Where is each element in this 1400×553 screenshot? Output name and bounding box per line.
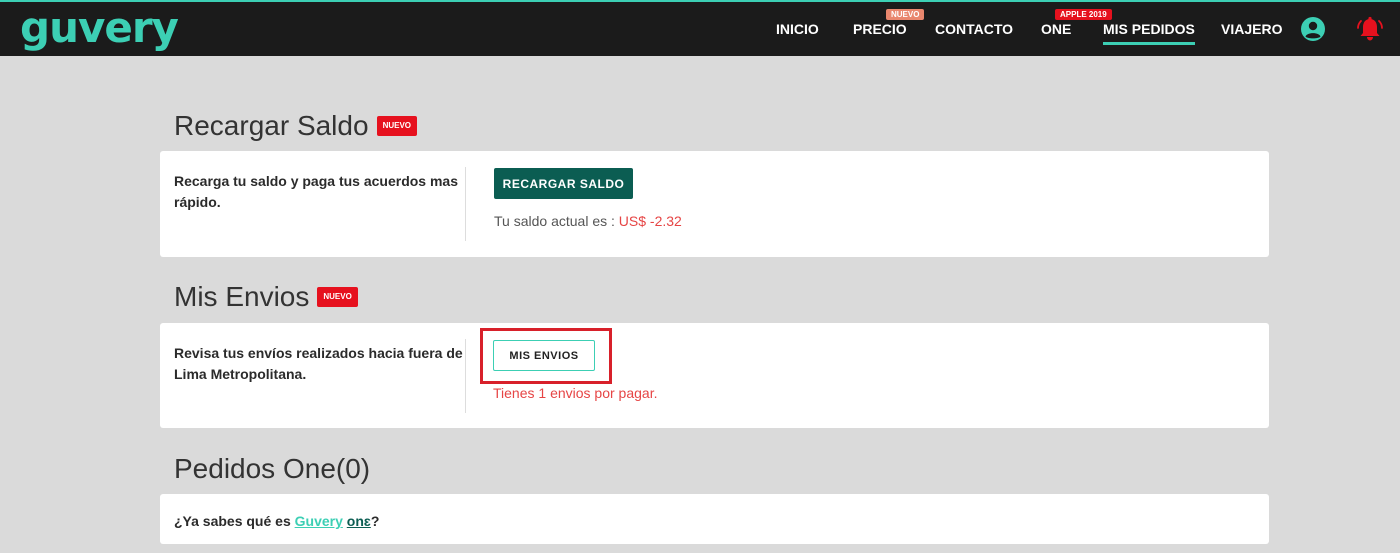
nav-one[interactable]: ONE	[1041, 20, 1071, 38]
recargar-saldo-title: Recargar Saldo NUEVO	[174, 109, 418, 143]
recargar-nuevo-badge: NUEVO	[376, 115, 418, 136]
bell-icon[interactable]	[1356, 15, 1384, 43]
envios-status: Tienes 1 envios por pagar.	[493, 385, 658, 401]
logo[interactable]: guvery	[20, 4, 179, 52]
nav-one-badge: APPLE 2019	[1055, 9, 1112, 20]
mis-envios-title-text: Mis Envios	[174, 281, 310, 312]
guvery-one-question: ¿Ya sabes qué es Guvery onɛ?	[174, 512, 379, 530]
top-navbar: guvery INICIO PRECIO NUEVO CONTACTO ONE …	[0, 0, 1400, 56]
nav-precio-badge: NUEVO	[886, 9, 925, 20]
mis-envios-button[interactable]: MIS ENVIOS	[493, 340, 595, 371]
guvery-one-link[interactable]: onɛ	[347, 513, 371, 529]
mis-envios-card: Revisa tus envíos realizados hacia fuera…	[160, 323, 1269, 428]
nav-viajero[interactable]: VIAJERO	[1221, 20, 1282, 38]
card-divider	[465, 167, 466, 241]
question-prefix: ¿Ya sabes qué es	[174, 513, 295, 529]
nav-contacto[interactable]: CONTACTO	[935, 20, 1013, 38]
recargar-saldo-title-text: Recargar Saldo	[174, 110, 369, 141]
saldo-actual: Tu saldo actual es : US$ -2.32	[494, 212, 682, 230]
envios-description: Revisa tus envíos realizados hacia fuera…	[174, 345, 463, 382]
recargar-saldo-card: Recarga tu saldo y paga tus acuerdos mas…	[160, 151, 1269, 257]
nav-inicio[interactable]: INICIO	[776, 20, 819, 38]
saldo-value: US$ -2.32	[618, 213, 682, 229]
recargar-description: Recarga tu saldo y paga tus acuerdos mas…	[174, 173, 458, 210]
pedidos-one-title: Pedidos One(0)	[174, 453, 371, 484]
card-divider	[465, 339, 466, 413]
pedidos-one-card: ¿Ya sabes qué es Guvery onɛ?	[160, 494, 1269, 544]
user-icon[interactable]	[1300, 16, 1326, 42]
recargar-saldo-button[interactable]: RECARGAR SALDO	[494, 168, 633, 199]
guvery-link[interactable]: Guvery	[295, 513, 343, 529]
saldo-label: Tu saldo actual es :	[494, 213, 619, 229]
envios-nuevo-badge: NUEVO	[317, 286, 358, 307]
question-suffix: ?	[370, 513, 380, 529]
mis-envios-title: Mis Envios NUEVO	[174, 280, 358, 314]
nav-mis-pedidos[interactable]: MIS PEDIDOS	[1103, 20, 1195, 45]
nav-precio[interactable]: PRECIO	[853, 20, 907, 38]
